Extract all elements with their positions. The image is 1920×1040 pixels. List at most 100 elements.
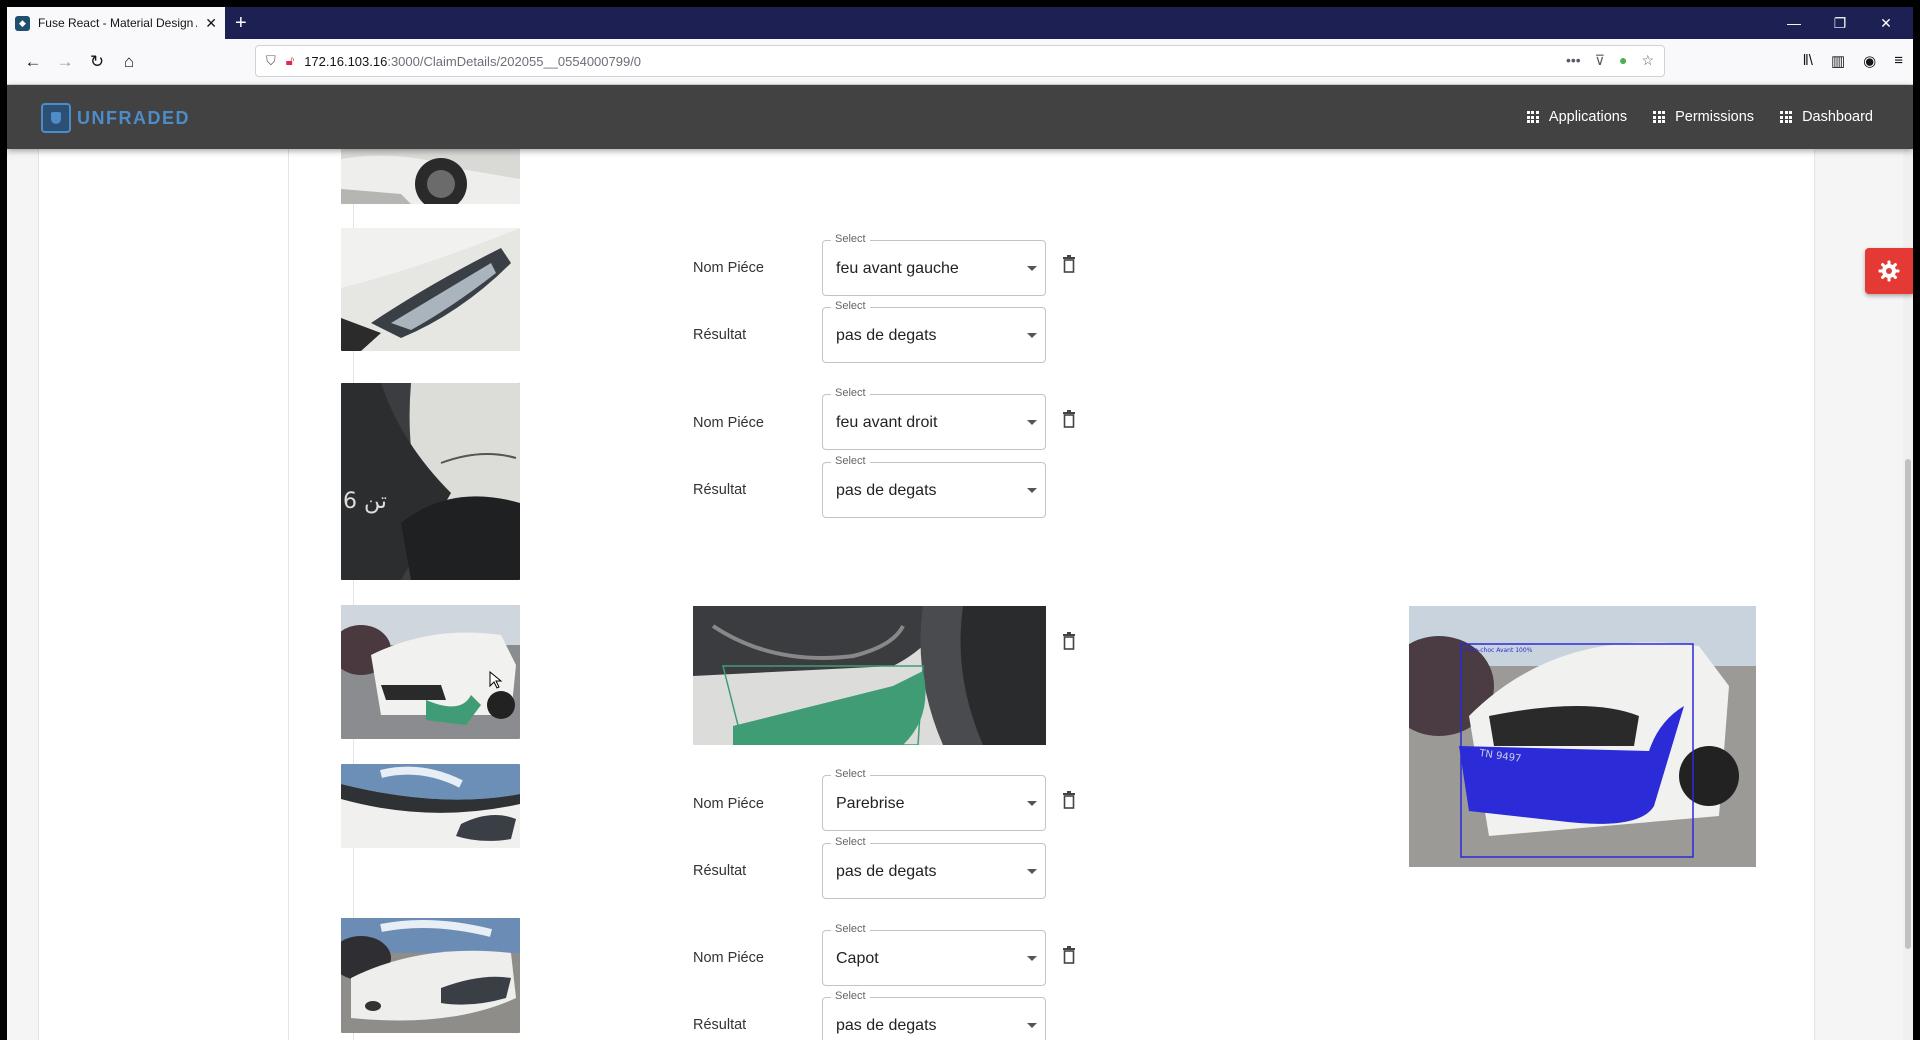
url-text[interactable]: 172.16.103.16:3000/ClaimDetails/202055__… (304, 54, 641, 69)
dropdown-caret-icon (1027, 488, 1037, 493)
result-label: Résultat (693, 482, 747, 498)
tab-strip: ◆ Fuse React - Material Design A ✕ + — ❐… (7, 7, 1913, 39)
claim-photo-thumbnail[interactable] (341, 918, 520, 1033)
select-legend: Select (831, 836, 870, 848)
result-select[interactable]: Select pas de degats (822, 300, 1046, 363)
dropdown-caret-icon (1027, 801, 1037, 806)
grid-icon (1526, 111, 1539, 123)
app-header: UNFRADED Applications Permissions Dashbo… (7, 85, 1913, 149)
scrollbar-thumb[interactable] (1905, 459, 1911, 949)
delete-icon[interactable] (1062, 946, 1076, 964)
result-select[interactable]: Select pas de degats (822, 455, 1046, 518)
top-navigation: Applications Permissions Dashboard (1526, 85, 1873, 149)
dropdown-caret-icon (1027, 420, 1037, 425)
app-logo[interactable]: UNFRADED (41, 103, 190, 133)
result-select[interactable]: Select pas de degats (822, 990, 1046, 1040)
part-name-select[interactable]: Select feu avant gauche (822, 233, 1046, 296)
select-value: feu avant droit (836, 414, 938, 431)
claim-photo-thumbnail[interactable] (341, 149, 520, 204)
account-icon[interactable]: ◉ (1863, 52, 1876, 70)
restore-button[interactable]: ❐ (1817, 7, 1863, 39)
delete-icon[interactable] (1062, 632, 1076, 650)
url-path: :3000/ClaimDetails/202055__0554000799/0 (387, 53, 642, 69)
claim-photo-thumbnail[interactable]: 6 تن (341, 383, 520, 580)
dropdown-caret-icon (1027, 266, 1037, 271)
select-legend: Select (831, 768, 870, 780)
forward-icon[interactable]: → (51, 48, 79, 76)
select-legend: Select (831, 923, 870, 935)
select-value: Parebrise (836, 795, 905, 812)
page-actions-icon[interactable]: ••• (1566, 52, 1581, 69)
select-legend: Select (831, 300, 870, 312)
url-actions: ••• ⊽ ● ☆ (1566, 52, 1654, 69)
part-name-select[interactable]: Select Parebrise (822, 768, 1046, 831)
select-value: pas de degats (836, 863, 937, 880)
delete-icon[interactable] (1062, 255, 1076, 273)
select-legend: Select (831, 387, 870, 399)
select-value: pas de degats (836, 1017, 937, 1034)
part-name-select[interactable]: Select feu avant droit (822, 387, 1046, 450)
dropdown-caret-icon (1027, 1023, 1037, 1028)
delete-icon[interactable] (1062, 791, 1076, 809)
select-value: Capot (836, 950, 879, 967)
nav-label: Dashboard (1802, 109, 1873, 125)
grid-icon (1780, 111, 1793, 123)
tab-close-icon[interactable]: ✕ (205, 15, 217, 32)
close-window-button[interactable]: ✕ (1863, 7, 1909, 39)
nav-applications[interactable]: Applications (1526, 109, 1628, 125)
library-icon[interactable]: ‖\ (1803, 52, 1813, 70)
detection-box-label: Pare-choc Avant 100% (1465, 647, 1533, 654)
part-name-label: Nom Piéce (693, 950, 764, 966)
minimize-button[interactable]: — (1771, 7, 1817, 39)
claim-photo-thumbnail[interactable] (341, 228, 520, 351)
nav-dashboard[interactable]: Dashboard (1780, 109, 1873, 125)
select-legend: Select (831, 990, 870, 1002)
select-legend: Select (831, 455, 870, 467)
insecure-lock-icon[interactable]: 🔓︎ (286, 53, 294, 69)
home-icon[interactable]: ⌂ (115, 48, 143, 76)
back-icon[interactable]: ← (19, 48, 47, 76)
dropdown-caret-icon (1027, 869, 1037, 874)
nav-label: Applications (1548, 109, 1628, 125)
select-legend: Select (831, 233, 870, 245)
select-value: feu avant gauche (836, 260, 959, 277)
detection-result-image[interactable]: Pare-choc Avant 100% TN 9497 (1409, 606, 1756, 867)
damage-crop-image[interactable] (693, 606, 1046, 745)
browser-window: ◆ Fuse React - Material Design A ✕ + — ❐… (7, 7, 1913, 1040)
svg-text:6 تن: 6 تن (343, 489, 387, 514)
nav-label: Permissions (1675, 109, 1755, 125)
reload-icon[interactable]: ↻ (83, 48, 111, 76)
logo-text: UNFRADED (77, 107, 190, 128)
delete-icon[interactable] (1062, 410, 1076, 428)
grid-icon (1653, 111, 1666, 123)
settings-button[interactable] (1865, 248, 1913, 294)
part-name-label: Nom Piéce (693, 415, 764, 431)
result-select[interactable]: Select pas de degats (822, 836, 1046, 899)
nav-permissions[interactable]: Permissions (1653, 109, 1754, 125)
page-content: Nom Piéce Select feu avant gauche Résult… (7, 149, 1913, 1040)
mouse-cursor-icon (489, 671, 503, 689)
gear-icon (1878, 260, 1900, 282)
new-tab-button[interactable]: + (235, 11, 247, 35)
tab-title: Fuse React - Material Design A (37, 16, 198, 30)
dropdown-caret-icon (1027, 956, 1037, 961)
part-name-select[interactable]: Select Capot (822, 923, 1046, 986)
sidebar-icon[interactable]: ▥ (1831, 52, 1845, 70)
claim-photo-thumbnail[interactable] (341, 764, 520, 848)
browser-toolbar: ← → ↻ ⌂ ⛉ 🔓︎ 172.16.103.16:3000/ClaimDet… (7, 39, 1913, 85)
address-bar[interactable]: ⛉ 🔓︎ 172.16.103.16:3000/ClaimDetails/202… (255, 45, 1665, 77)
select-value: pas de degats (836, 482, 937, 499)
result-label: Résultat (693, 863, 747, 879)
menu-icon[interactable]: ≡ (1894, 52, 1903, 70)
browser-tools: ‖\ ▥ ◉ ≡ (1803, 52, 1903, 70)
result-label: Résultat (693, 327, 747, 343)
browser-tab[interactable]: ◆ Fuse React - Material Design A ✕ (7, 7, 225, 39)
app-favicon-icon: ◆ (15, 15, 30, 31)
shield-icon[interactable]: ⛉ (266, 53, 276, 69)
extension-icon[interactable]: ● (1619, 52, 1627, 69)
bookmark-star-icon[interactable]: ☆ (1641, 52, 1654, 69)
select-value: pas de degats (836, 327, 937, 344)
pocket-icon[interactable]: ⊽ (1595, 52, 1605, 69)
shield-logo-icon (41, 103, 71, 133)
result-label: Résultat (693, 1017, 747, 1033)
